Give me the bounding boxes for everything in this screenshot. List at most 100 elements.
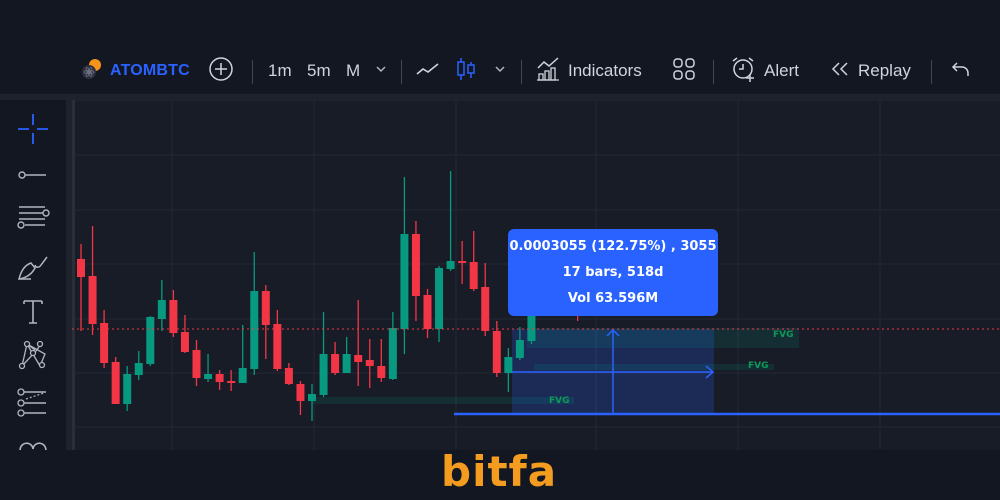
timeframe-label: 5m [307, 61, 331, 80]
timeframe-1m[interactable]: 1m [268, 48, 292, 94]
toolbar-divider [931, 60, 932, 84]
candle-body-down [180, 332, 189, 352]
candle-body-down [331, 354, 340, 373]
candle-body-down [411, 234, 420, 296]
timeframe-5m[interactable]: 5m [307, 48, 331, 94]
text-tool[interactable] [14, 297, 52, 331]
pattern-icon [17, 339, 49, 376]
timeframe-label: 1m [268, 61, 292, 80]
candle-body-down [100, 323, 109, 363]
top-bar-empty [0, 0, 1000, 48]
chart-type-dropdown[interactable] [493, 48, 507, 94]
indicators-icon [536, 56, 562, 87]
candle-body-down [365, 360, 374, 366]
candle-body-up [308, 394, 316, 401]
candle-body-down [215, 374, 224, 382]
undo-button[interactable] [950, 48, 972, 94]
indicators-label: Indicators [568, 61, 642, 80]
fvg-zone [527, 328, 799, 348]
candle-body-down [492, 331, 501, 373]
brush-tool[interactable] [14, 253, 52, 287]
measure-price-change: 0.0003055 (122.75%) , 3055 [509, 239, 717, 254]
chevron-down-icon [374, 61, 388, 81]
symbol-button[interactable]: ATOMBTC [80, 48, 190, 94]
candle-body-up [515, 340, 524, 358]
candle-body-up [504, 357, 513, 373]
layouts-button[interactable] [672, 48, 696, 94]
candle-body-down [261, 291, 270, 325]
candle-body-down [77, 259, 85, 277]
atom-coin-icon [80, 57, 104, 86]
alert-label: Alert [764, 61, 799, 80]
fib-retracement-tool[interactable] [14, 204, 52, 238]
undo-icon [950, 59, 972, 84]
measure-bars-duration: 17 bars, 518d [562, 265, 664, 280]
toolbar-divider [521, 60, 522, 84]
brush-icon [16, 253, 50, 288]
candle-body-up [134, 363, 143, 375]
replay-button[interactable]: Replay [830, 48, 911, 94]
pattern-tool[interactable] [14, 340, 52, 374]
grid-layout-icon [672, 57, 696, 86]
toolbar-divider [252, 60, 253, 84]
candle-body-down [423, 295, 432, 329]
drawing-toolbar [0, 100, 66, 451]
toolbar-divider [401, 60, 402, 84]
candle-body-up [157, 300, 166, 319]
candle-body-down [469, 262, 478, 289]
alarm-clock-icon [730, 55, 758, 88]
candle-body-up [319, 354, 328, 395]
trend-line-tool[interactable] [14, 160, 52, 194]
candle-body-up [123, 374, 132, 404]
replay-icon [830, 60, 852, 83]
prediction-tool[interactable] [14, 387, 52, 423]
candle-body-down [481, 287, 490, 331]
line-chart-button[interactable] [415, 48, 441, 94]
candle-body-down [88, 276, 97, 324]
candle-body-down [192, 350, 201, 378]
candles-icon [455, 56, 477, 87]
measure-tooltip: 0.0003055 (122.75%) , 3055 17 bars, 518d… [508, 229, 718, 316]
text-icon [21, 297, 45, 332]
candle-body-down [458, 261, 467, 263]
fvg-zone [312, 397, 574, 404]
candle-body-up [146, 317, 155, 364]
chevron-down-icon [493, 61, 507, 81]
candle-body-up [400, 234, 409, 329]
indicators-button[interactable]: Indicators [536, 48, 642, 94]
candle-body-down [377, 366, 386, 378]
candle-body-down [354, 355, 363, 362]
fvg-label: FVG [549, 396, 570, 406]
candle-body-up [204, 374, 213, 379]
trend-line-icon [17, 165, 49, 190]
fib-retracement-icon [16, 204, 50, 239]
symbol-name: ATOMBTC [110, 62, 190, 79]
plus-circle-icon [208, 56, 234, 87]
candle-body-down [273, 324, 282, 369]
candle-body-up [435, 268, 444, 329]
replay-label: Replay [858, 61, 911, 80]
candle-body-up [446, 261, 455, 269]
line-chart-icon [415, 59, 441, 84]
chart-toolbar: ATOMBTC 1m 5m M Indicators Alert Replay [0, 48, 1000, 94]
compare-symbol-button[interactable] [208, 48, 234, 94]
candle-body-down [111, 362, 120, 404]
candle-body-up [388, 328, 397, 379]
fvg-label: FVG [748, 361, 769, 371]
fvg-zone [534, 364, 774, 370]
timeframe-month[interactable]: M [346, 48, 360, 94]
candle-body-up [342, 354, 351, 373]
candle-body-down [227, 381, 236, 383]
timeframe-label: M [346, 61, 361, 80]
timeframe-dropdown[interactable] [374, 48, 388, 94]
prediction-icon [16, 387, 50, 423]
bitfa-logo: bitfa [441, 447, 558, 496]
candle-body-down [296, 384, 305, 401]
measure-volume: Vol 63.596M [567, 291, 659, 306]
candle-body-down [169, 300, 178, 333]
candle-body-up [250, 291, 259, 369]
alert-button[interactable]: Alert [730, 48, 799, 94]
candle-body-up [238, 368, 247, 383]
candles-chart-button[interactable] [455, 48, 477, 94]
crosshair-tool[interactable] [14, 113, 52, 148]
